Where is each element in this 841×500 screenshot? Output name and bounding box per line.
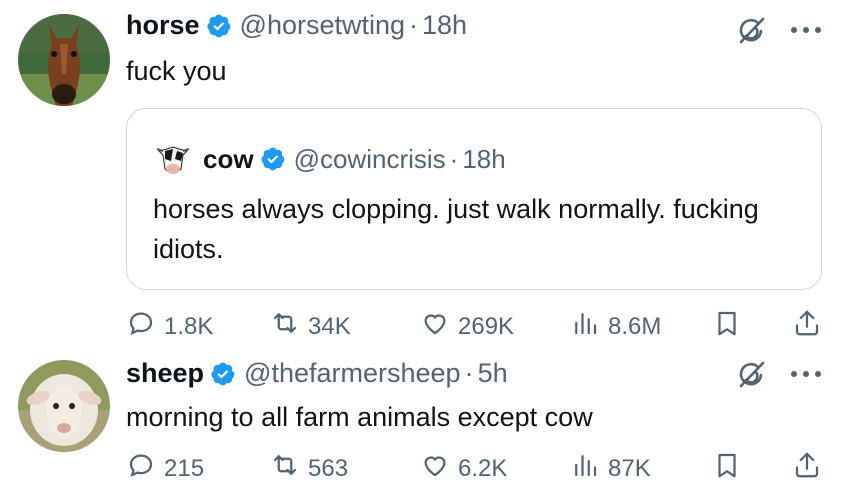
author-name[interactable]: horse	[126, 10, 200, 41]
share-icon	[792, 308, 830, 345]
action-bar: 215 563 6.2K 87K	[126, 450, 841, 490]
like-icon	[420, 450, 458, 487]
views-count: 8.6M	[608, 312, 662, 340]
repost-icon	[270, 450, 308, 487]
views-count: 87K	[608, 454, 651, 482]
tweet-text: fuck you	[126, 56, 227, 86]
grok-icon[interactable]	[734, 14, 768, 48]
repost-icon	[270, 308, 308, 345]
timestamp[interactable]: 18h	[422, 10, 467, 41]
like-count: 6.2K	[458, 454, 508, 482]
quoted-tweet-header: cow @cowincrisis · 18h	[153, 139, 506, 179]
more-icon[interactable]	[786, 20, 826, 40]
reply-button[interactable]: 1.8K	[126, 308, 213, 345]
tweet[interactable]: horse @horsetwting · 18h fuck you cow @c…	[0, 0, 841, 350]
tweet[interactable]: sheep @thefarmersheep · 5h morning to al…	[0, 350, 841, 500]
bookmark-button[interactable]	[712, 308, 750, 345]
views-icon	[570, 308, 608, 345]
separator-dot: ·	[464, 358, 474, 388]
verified-badge-icon	[260, 146, 286, 172]
quoted-author-name[interactable]: cow	[203, 144, 254, 175]
share-button[interactable]	[792, 450, 830, 487]
author-handle[interactable]: @thefarmersheep	[244, 358, 461, 389]
bookmark-icon	[712, 450, 750, 487]
like-button[interactable]: 269K	[420, 308, 514, 345]
grok-icon[interactable]	[734, 358, 768, 392]
action-bar: 1.8K 34K 269K 8.6M	[126, 308, 841, 348]
like-button[interactable]: 6.2K	[420, 450, 507, 487]
verified-badge-icon	[210, 361, 236, 387]
quoted-tweet-text: horses always clopping. just walk normal…	[153, 194, 759, 264]
tweet-text: morning to all farm animals except cow	[126, 402, 593, 432]
reply-count: 215	[164, 454, 205, 482]
like-icon	[420, 308, 458, 345]
avatar-cow[interactable]	[153, 139, 193, 179]
views-icon	[570, 450, 608, 487]
reply-icon	[126, 450, 164, 487]
timestamp[interactable]: 5h	[478, 358, 508, 389]
verified-badge-icon	[206, 13, 232, 39]
reply-button[interactable]: 215	[126, 450, 204, 487]
views-button[interactable]: 8.6M	[570, 308, 661, 345]
bookmark-button[interactable]	[712, 450, 750, 487]
quoted-timestamp[interactable]: 18h	[462, 144, 505, 175]
tweet-header: sheep @thefarmersheep · 5h	[126, 358, 508, 389]
views-button[interactable]: 87K	[570, 450, 651, 487]
quoted-author-handle[interactable]: @cowincrisis	[294, 144, 446, 175]
share-button[interactable]	[792, 308, 830, 345]
repost-button[interactable]: 563	[270, 450, 348, 487]
separator-dot: ·	[409, 10, 419, 40]
repost-count: 563	[308, 454, 349, 482]
bookmark-icon	[712, 308, 750, 345]
tweet-header: horse @horsetwting · 18h	[126, 10, 467, 41]
avatar-horse[interactable]	[18, 14, 110, 106]
separator-dot: ·	[449, 143, 459, 174]
quoted-tweet[interactable]: cow @cowincrisis · 18h horses always clo…	[126, 108, 822, 290]
author-name[interactable]: sheep	[126, 358, 204, 389]
repost-button[interactable]: 34K	[270, 308, 351, 345]
reply-count: 1.8K	[164, 312, 214, 340]
reply-icon	[126, 308, 164, 345]
avatar-sheep[interactable]	[18, 360, 110, 452]
author-handle[interactable]: @horsetwting	[240, 10, 405, 41]
repost-count: 34K	[308, 312, 351, 340]
more-icon[interactable]	[786, 364, 826, 384]
like-count: 269K	[458, 312, 515, 340]
share-icon	[792, 450, 830, 487]
